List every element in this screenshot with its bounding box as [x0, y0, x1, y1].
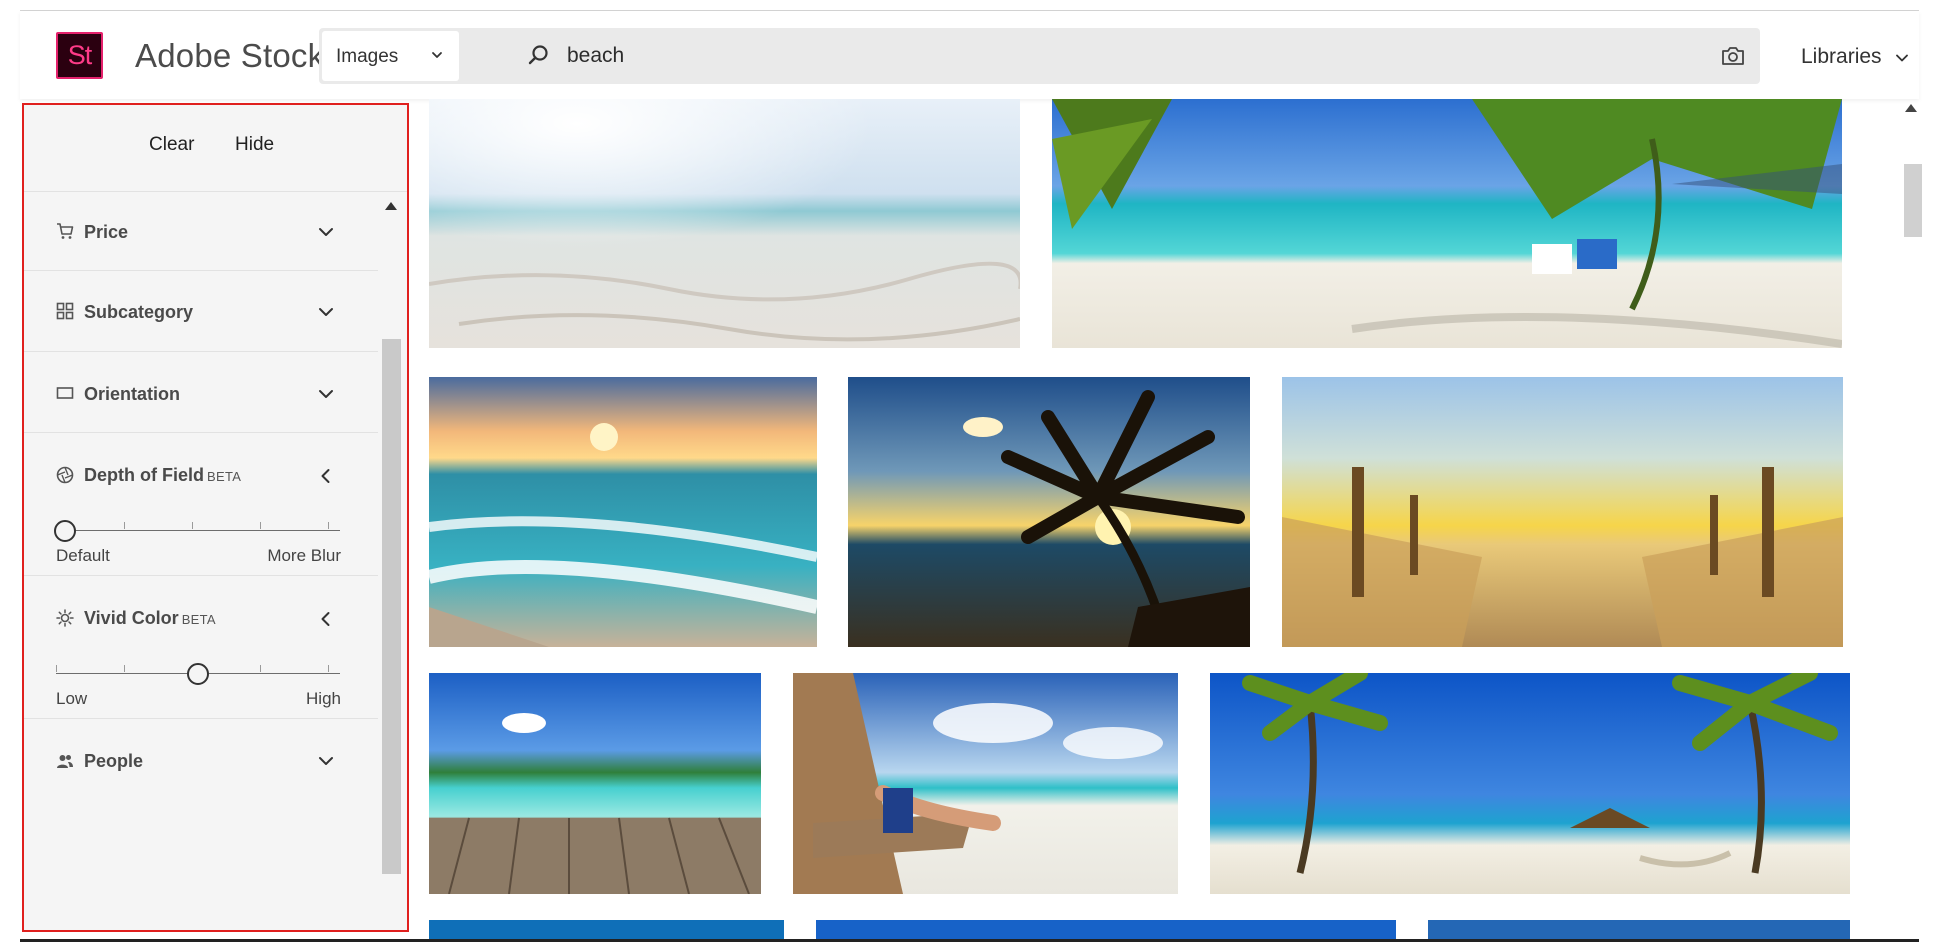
chevron-down-icon[interactable] — [317, 223, 335, 241]
page-scroll-up-arrow[interactable] — [1905, 104, 1917, 112]
bottom-divider — [20, 939, 1919, 942]
slider-tick — [260, 665, 261, 672]
chevron-down-icon[interactable] — [317, 385, 335, 403]
image-content — [1052, 99, 1842, 348]
sun-icon — [56, 609, 74, 627]
filter-depth-of-field-label: Depth of Field BETA — [84, 465, 241, 486]
grid-icon — [56, 302, 74, 320]
asset-type-dropdown[interactable]: Images — [322, 31, 459, 81]
filter-sidebar: Clear Hide Price Subcategory Orientation… — [22, 103, 409, 932]
beta-badge: BETA — [207, 469, 242, 484]
slider-track[interactable] — [56, 530, 340, 531]
image-content — [848, 377, 1250, 647]
result-image-palm-hammock[interactable] — [1210, 673, 1850, 894]
image-content — [1210, 673, 1850, 894]
chevron-down-icon — [432, 52, 442, 58]
slider-min-label: Default — [56, 546, 110, 565]
chevron-left-icon[interactable] — [317, 467, 335, 485]
filter-orientation-label: Orientation — [84, 384, 181, 404]
image-content — [429, 99, 1020, 348]
slider-tick — [328, 522, 329, 529]
filter-actions: Clear Hide — [24, 105, 407, 192]
search-bar: Images — [319, 28, 1760, 84]
sidebar-scroll-up-arrow[interactable] — [385, 202, 397, 210]
slider-tick — [260, 522, 261, 529]
image-content — [429, 377, 817, 647]
image-content — [429, 673, 761, 894]
filter-subcategory[interactable]: Subcategory — [24, 271, 378, 352]
search-input[interactable] — [567, 38, 1667, 74]
asset-type-label: Images — [336, 46, 399, 67]
libraries-menu[interactable]: Libraries — [1801, 45, 1882, 69]
slider-min-label: Low — [56, 689, 88, 708]
result-image-sunset-waves[interactable] — [429, 377, 817, 647]
chevron-down-icon[interactable] — [317, 303, 335, 321]
slider-handle[interactable] — [54, 520, 76, 542]
rectangle-icon — [56, 387, 74, 399]
clear-filters-button[interactable]: Clear — [149, 134, 194, 156]
slider-tick — [124, 522, 125, 529]
result-image-partial[interactable] — [816, 920, 1396, 939]
slider-handle[interactable] — [187, 663, 209, 685]
slider-tick — [124, 665, 125, 672]
slider-max-label: More Blur — [267, 546, 341, 565]
filter-price[interactable]: Price — [24, 192, 378, 271]
chevron-down-icon[interactable] — [317, 752, 335, 770]
result-image-palm-silhouette[interactable] — [848, 377, 1250, 647]
filter-vivid-color-label: Vivid Color BETA — [84, 608, 216, 629]
depth-of-field-title: Depth of Field — [84, 465, 204, 485]
filter-price-label: Price — [84, 222, 129, 242]
top-header: St Adobe Stock Images Libraries — [20, 11, 1919, 99]
vivid-color-title: Vivid Color — [84, 608, 179, 628]
page-scrollbar-thumb[interactable] — [1904, 164, 1922, 237]
sidebar-scrollbar-thumb[interactable] — [382, 339, 401, 874]
result-image-sandy-beach[interactable] — [429, 99, 1020, 348]
aperture-icon — [56, 466, 74, 484]
result-image-partial[interactable] — [1428, 920, 1850, 939]
filter-people-label: People — [84, 751, 144, 771]
result-image-tropical-pier[interactable] — [429, 673, 761, 894]
slider-tick — [56, 665, 57, 672]
camera-icon[interactable] — [1720, 44, 1746, 68]
result-image-path-to-beach[interactable] — [1282, 377, 1843, 647]
result-image-tropical-beach-chairs[interactable] — [1052, 99, 1842, 348]
adobe-stock-logo[interactable]: St — [56, 32, 103, 79]
chevron-left-icon[interactable] — [317, 610, 335, 628]
filter-depth-of-field: Depth of Field BETA Default More Blur — [24, 433, 378, 576]
filter-subcategory-label: Subcategory — [84, 302, 194, 322]
brand-name[interactable]: Adobe Stock — [135, 37, 324, 75]
beta-badge: BETA — [181, 612, 216, 627]
filter-people[interactable]: People — [24, 719, 378, 819]
cart-icon — [57, 223, 74, 239]
chevron-down-icon[interactable] — [1895, 51, 1909, 65]
slider-tick — [328, 665, 329, 672]
search-icon — [528, 45, 548, 65]
filter-vivid-color: Vivid Color BETA Low High — [24, 576, 378, 719]
people-icon — [57, 755, 73, 768]
result-image-partial[interactable] — [429, 920, 784, 939]
image-content — [793, 673, 1178, 894]
hide-filters-button[interactable]: Hide — [235, 134, 274, 156]
result-image-woman-beach-chair[interactable] — [793, 673, 1178, 894]
slider-tick — [192, 522, 193, 529]
adobe-stock-search-page: St Adobe Stock Images Libraries — [0, 0, 1939, 948]
filter-orientation[interactable]: Orientation — [24, 352, 378, 433]
slider-max-label: High — [306, 689, 341, 708]
image-content — [1282, 377, 1843, 647]
